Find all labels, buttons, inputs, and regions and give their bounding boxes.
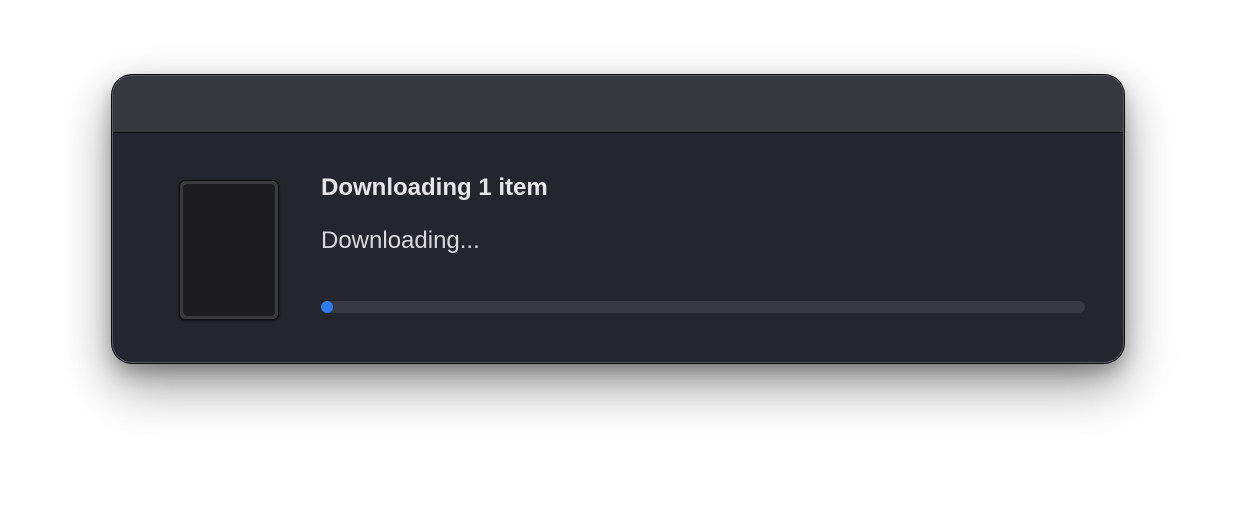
progress-bar-fill	[321, 301, 333, 313]
title-bar[interactable]	[113, 76, 1123, 133]
download-dialog: Downloading 1 item Downloading...	[112, 75, 1124, 363]
progress-bar	[321, 301, 1085, 313]
download-title: Downloading 1 item	[321, 174, 548, 201]
download-status: Downloading...	[321, 227, 480, 254]
device-screen	[183, 184, 275, 316]
tablet-device-icon	[179, 180, 279, 320]
